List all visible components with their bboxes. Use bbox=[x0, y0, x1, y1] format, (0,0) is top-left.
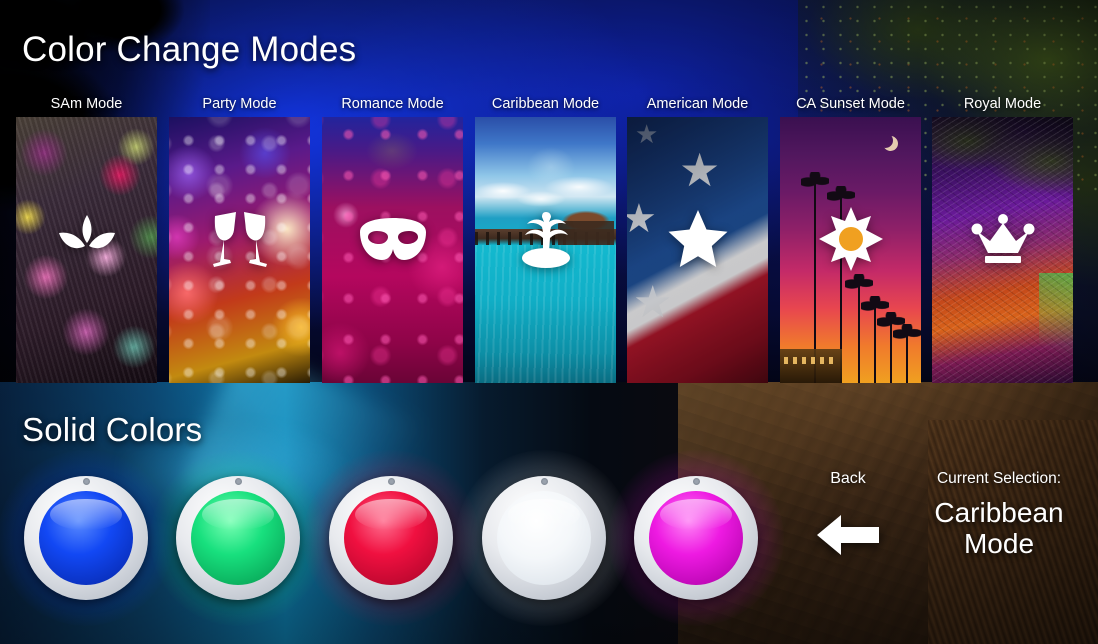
arrow-left-icon[interactable] bbox=[817, 512, 879, 558]
current-selection-value-line1: Caribbean bbox=[934, 497, 1064, 528]
mode-tile-label: SAm Mode bbox=[50, 96, 123, 112]
flag-star-decor: ★ bbox=[635, 119, 659, 149]
mode-tile-party[interactable]: Party Mode bbox=[169, 91, 310, 383]
back-button[interactable]: Back bbox=[800, 470, 896, 580]
mode-tile-ca-sunset[interactable]: CA Sunset Mode bbox=[780, 91, 921, 383]
light-screw bbox=[387, 478, 395, 485]
sunset-building-silhouette bbox=[780, 349, 842, 383]
solid-color-white[interactable] bbox=[456, 450, 632, 626]
crown-icon bbox=[971, 213, 1035, 265]
solid-color-green[interactable] bbox=[150, 450, 326, 626]
flag-star-decor: ★ bbox=[627, 197, 657, 241]
mode-tile-label: Caribbean Mode bbox=[491, 96, 600, 112]
solid-color-blue[interactable] bbox=[0, 450, 174, 626]
palm-silhouette bbox=[893, 324, 921, 383]
current-selection-value: Caribbean Mode bbox=[908, 497, 1090, 560]
solid-color-red[interactable] bbox=[303, 450, 479, 626]
lotus-flower-icon bbox=[56, 213, 118, 265]
mode-tile-grid: SAm Mode Party Mode Romance Mode Caribbe… bbox=[0, 91, 1098, 383]
light-lens bbox=[649, 491, 743, 585]
light-screw bbox=[692, 478, 700, 485]
light-lens bbox=[39, 491, 133, 585]
light-screw bbox=[540, 478, 548, 485]
mode-tile-sam[interactable]: SAm Mode bbox=[16, 91, 157, 383]
palm-silhouette bbox=[845, 274, 873, 383]
back-button-label: Back bbox=[830, 470, 866, 487]
light-lens bbox=[191, 491, 285, 585]
solid-color-magenta[interactable] bbox=[608, 450, 784, 626]
palm-island-icon bbox=[516, 208, 576, 270]
current-selection-panel: Current Selection: Caribbean Mode bbox=[908, 470, 1090, 560]
romance-tree-silhouette bbox=[356, 125, 428, 205]
mode-tile-caribbean[interactable]: Caribbean Mode bbox=[475, 91, 616, 383]
mode-tile-label: American Mode bbox=[646, 96, 749, 112]
palm-silhouette bbox=[877, 312, 905, 383]
crescent-moon bbox=[878, 133, 893, 148]
beach-background-tree bbox=[515, 139, 587, 209]
mode-tile-label: Party Mode bbox=[202, 96, 277, 112]
ribbon-green-accent bbox=[1039, 273, 1073, 383]
light-lens bbox=[344, 491, 438, 585]
light-lens bbox=[497, 491, 591, 585]
current-selection-label: Current Selection: bbox=[936, 470, 1062, 487]
flag-star-decor: ★ bbox=[633, 278, 673, 327]
cheers-glasses-icon bbox=[209, 210, 271, 268]
star-icon bbox=[667, 209, 729, 269]
mode-tile-royal[interactable]: Royal Mode bbox=[932, 91, 1073, 383]
solid-color-list bbox=[0, 450, 784, 626]
mode-tile-label: CA Sunset Mode bbox=[796, 96, 905, 112]
sun-icon bbox=[818, 207, 883, 271]
page-title-color-change-modes: Color Change Modes bbox=[22, 30, 357, 69]
flag-star-decor: ★ bbox=[679, 144, 721, 196]
color-modes-screen: Color Change Modes Solid Colors SAm Mode… bbox=[0, 0, 1098, 644]
mode-tile-romance[interactable]: Romance Mode bbox=[322, 91, 463, 383]
palm-silhouette bbox=[861, 296, 889, 383]
current-selection-value-line2: Mode bbox=[963, 528, 1035, 560]
mode-tile-american[interactable]: American Mode ★ ★ ★ ★ bbox=[627, 91, 768, 383]
mode-tile-label: Romance Mode bbox=[341, 96, 444, 112]
light-screw bbox=[234, 478, 242, 485]
masquerade-mask-icon bbox=[359, 218, 426, 260]
mode-tile-label: Royal Mode bbox=[963, 96, 1042, 112]
light-screw bbox=[82, 478, 90, 485]
section-title-solid-colors: Solid Colors bbox=[22, 411, 203, 448]
